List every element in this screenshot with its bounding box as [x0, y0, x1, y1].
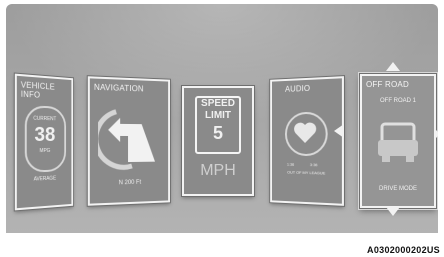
speed-limit-value: 5: [212, 123, 223, 143]
speed-limit-line2: LIMIT: [204, 110, 232, 121]
scroll-down-arrow[interactable]: [386, 207, 400, 216]
figure-code: A0302000202US: [367, 245, 440, 255]
average-label: AVERAGE: [33, 175, 57, 183]
distance-label: N 200 Ft: [118, 179, 142, 187]
track-title: OUT OF MY LEAGUE: [287, 169, 326, 176]
mpg-value: 38: [34, 123, 56, 147]
current-label: CURRENT: [33, 115, 57, 123]
speed-limit-panel[interactable]: SPEED LIMIT 5 MPH: [181, 85, 255, 197]
off-road-subtitle: OFF ROAD 1: [379, 98, 416, 104]
navigation-title: NAVIGATION: [93, 82, 144, 94]
vehicle-info-panel[interactable]: VEHICLE INFO CURRENT 38 MPG AVERAGE: [13, 72, 75, 212]
scroll-up-arrow[interactable]: [386, 62, 400, 71]
heart-icon: [294, 122, 317, 144]
navigation-panel[interactable]: NAVIGATION N 200 Ft: [86, 75, 171, 207]
off-road-panel[interactable]: OFF ROAD OFF ROAD 1 DRIVE MODE: [359, 73, 437, 209]
time-total: 3:36: [309, 162, 318, 168]
scroll-right-arrow[interactable]: [434, 128, 438, 140]
mpg-unit: MPG: [39, 147, 51, 155]
scroll-left-arrow[interactable]: [334, 124, 344, 138]
time-elapsed: 1:36: [286, 161, 295, 167]
audio-title: AUDIO: [285, 83, 311, 94]
drive-mode-label: DRIVE MODE: [378, 186, 417, 192]
off-road-title: OFF ROAD: [366, 80, 409, 89]
audio-panel[interactable]: AUDIO 1:36 3:36 OUT OF MY LEAGUE: [269, 75, 345, 207]
speed-limit-line1: SPEED: [201, 98, 235, 109]
vehicle-front-icon: [378, 122, 418, 162]
vehicle-info-title: VEHICLE INFO: [20, 80, 55, 100]
turn-arrow-icon: [98, 101, 156, 172]
speed-unit: MPH: [200, 162, 236, 179]
display-carousel: VEHICLE INFO CURRENT 38 MPG AVERAGE NAVI…: [6, 4, 438, 233]
